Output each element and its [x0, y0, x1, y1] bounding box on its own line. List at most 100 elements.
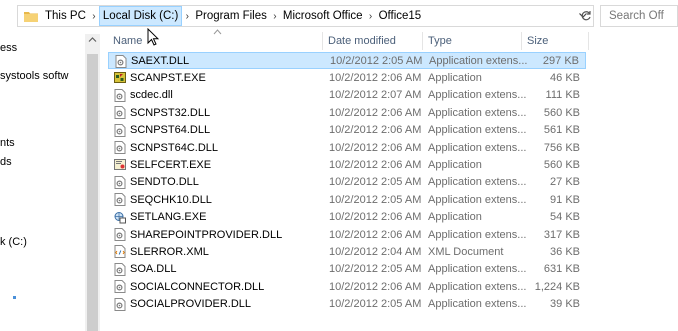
- file-size: 560 KB: [543, 106, 580, 119]
- column-header-type[interactable]: Type: [423, 30, 521, 52]
- column-header-date[interactable]: Date modified: [323, 30, 422, 52]
- file-date-modified: 10/2/2012 2:06 AM: [329, 228, 422, 241]
- file-name: SLERROR.XML: [130, 245, 209, 258]
- column-header-name-label: Name: [113, 35, 143, 47]
- refresh-button[interactable]: [576, 5, 596, 27]
- file-name: SOCIALCONNECTOR.DLL: [130, 280, 265, 293]
- mouse-cursor-icon: [147, 28, 159, 46]
- dll-icon: [114, 123, 126, 137]
- file-date-modified: 10/2/2012 2:04 AM: [329, 245, 422, 258]
- file-name: SAEXT.DLL: [131, 54, 190, 67]
- breadcrumb-this-pc[interactable]: This PC: [42, 6, 89, 26]
- search-input[interactable]: Search Off: [600, 5, 678, 27]
- file-size: 317 KB: [543, 228, 580, 241]
- column-header-size-label: Size: [527, 35, 549, 47]
- dll-icon: [114, 228, 126, 241]
- scanpst-app-icon: [114, 71, 126, 84]
- file-date-modified: 10/2/2012 2:06 AM: [329, 158, 422, 171]
- file-date-modified: 10/2/2012 2:05 AM: [329, 193, 422, 206]
- dll-icon: [114, 193, 126, 207]
- file-row[interactable]: SEQCHK10.DLL 10/2/2012 2:05 AM Application…: [108, 191, 586, 208]
- file-name: SCNPST64C.DLL: [130, 141, 219, 154]
- file-type: Application extens...: [428, 298, 527, 311]
- column-divider[interactable]: [588, 32, 589, 50]
- file-size: 1,224 KB: [534, 280, 580, 293]
- file-row[interactable]: SHAREPOINTPROVIDER.DLL 10/2/2012 2:06 AM A…: [108, 226, 586, 243]
- file-row[interactable]: SOA.DLL 10/2/2012 2:05 AM Application exte…: [108, 261, 586, 278]
- file-type: Application extens...: [428, 141, 527, 154]
- scrollbar-thumb[interactable]: [87, 54, 98, 331]
- breadcrumb-separator-icon[interactable]: ›: [89, 11, 99, 22]
- file-row[interactable]: SCNPST64C.DLL 10/2/2012 2:06 AM Applicatio…: [108, 139, 586, 156]
- file-type: Application extens...: [428, 193, 527, 206]
- column-header-date-label: Date modified: [328, 35, 396, 47]
- file-type: Application extens...: [428, 263, 527, 276]
- file-date-modified: 10/2/2012 2:06 AM: [329, 211, 422, 224]
- breadcrumb-program-files[interactable]: Program Files: [192, 6, 270, 26]
- breadcrumb-microsoft-office[interactable]: Microsoft Office: [280, 6, 366, 26]
- breadcrumb-office15[interactable]: Office15: [376, 6, 425, 26]
- sort-ascending-icon: [213, 27, 222, 37]
- dll-icon: [114, 280, 126, 294]
- file-size: 111 KB: [545, 89, 580, 102]
- file-row[interactable]: SLERROR.XML 10/2/2012 2:04 AM XML Document…: [108, 243, 586, 260]
- file-name: SCNPST32.DLL: [130, 106, 211, 119]
- breadcrumb-separator-icon[interactable]: ›: [270, 11, 280, 22]
- column-header-type-label: Type: [428, 35, 452, 47]
- file-type: XML Document: [428, 245, 504, 258]
- file-size: 54 KB: [550, 211, 580, 224]
- dll-icon: [114, 175, 126, 189]
- file-date-modified: 10/2/2012 2:05 AM: [329, 263, 422, 276]
- file-row[interactable]: SENDTO.DLL 10/2/2012 2:05 AM Application e…: [108, 174, 586, 191]
- file-size: 27 KB: [550, 176, 580, 189]
- file-row[interactable]: SAEXT.DLL 10/2/2012 2:05 AM Application ex…: [108, 52, 586, 69]
- column-header-size[interactable]: Size: [522, 30, 588, 52]
- nav-item-systools[interactable]: systools softw: [0, 70, 68, 82]
- file-type: Application extens...: [428, 280, 527, 293]
- file-name: SETLANG.EXE: [130, 211, 207, 224]
- dll-icon: [114, 88, 126, 102]
- file-name: scdec.dll: [130, 89, 173, 102]
- nav-item-downloads[interactable]: ds: [0, 156, 12, 168]
- file-size: 561 KB: [543, 124, 580, 137]
- file-row[interactable]: scdec.dll 10/2/2012 2:07 AM Application ex…: [108, 87, 586, 104]
- file-row[interactable]: SCNPST64.DLL 10/2/2012 2:06 AM Application…: [108, 122, 586, 139]
- breadcrumb-separator-icon[interactable]: ›: [366, 11, 376, 22]
- dll-icon: [115, 55, 127, 68]
- file-row[interactable]: SOCIALPROVIDER.DLL 10/2/2012 2:05 AM Appli…: [108, 296, 586, 313]
- file-size: 46 KB: [550, 71, 580, 84]
- nav-item-local-disk[interactable]: k (C:): [0, 236, 27, 248]
- selfcert-app-icon: [114, 158, 126, 171]
- file-date-modified: 10/2/2012 2:07 AM: [329, 89, 422, 102]
- scroll-up-icon[interactable]: [88, 35, 97, 45]
- address-bar[interactable]: This PC › Local Disk (C:) › Program File…: [17, 5, 594, 27]
- file-size: 36 KB: [550, 245, 580, 258]
- file-row[interactable]: SCANPST.EXE 10/2/2012 2:06 AM Application 4…: [108, 69, 586, 86]
- xml-icon: [114, 245, 126, 259]
- breadcrumb-separator-icon[interactable]: ›: [182, 11, 192, 22]
- file-size: 756 KB: [543, 141, 580, 154]
- file-type: Application: [428, 211, 482, 224]
- file-date-modified: 10/2/2012 2:06 AM: [329, 280, 422, 293]
- file-type: Application: [428, 71, 482, 84]
- file-row[interactable]: SCNPST32.DLL 10/2/2012 2:06 AM Application…: [108, 104, 586, 121]
- file-type: Application extens...: [428, 106, 527, 119]
- dll-icon: [114, 262, 126, 276]
- nav-item-quick-access[interactable]: ess: [0, 42, 17, 54]
- file-date-modified: 10/2/2012 2:05 AM: [329, 176, 422, 189]
- file-type: Application extens...: [428, 228, 527, 241]
- file-row[interactable]: SETLANG.EXE 10/2/2012 2:06 AM Application 5…: [108, 209, 586, 226]
- dll-icon: [114, 141, 126, 154]
- file-type: Application: [428, 158, 482, 171]
- file-row[interactable]: SOCIALCONNECTOR.DLL 10/2/2012 2:06 AM Appl…: [108, 278, 586, 295]
- file-size: 631 KB: [543, 263, 580, 276]
- file-date-modified: 10/2/2012 2:06 AM: [329, 106, 422, 119]
- file-name: SHAREPOINTPROVIDER.DLL: [130, 228, 283, 241]
- breadcrumb-local-disk[interactable]: Local Disk (C:): [98, 6, 183, 26]
- file-name: SCANPST.EXE: [130, 71, 206, 84]
- file-row[interactable]: SELFCERT.EXE 10/2/2012 2:06 AM Application…: [108, 156, 586, 173]
- file-date-modified: 10/2/2012 2:06 AM: [329, 71, 422, 84]
- nav-scrollbar[interactable]: [85, 34, 100, 331]
- nav-item-documents[interactable]: nts: [0, 137, 15, 149]
- file-date-modified: 10/2/2012 2:05 AM: [330, 54, 423, 67]
